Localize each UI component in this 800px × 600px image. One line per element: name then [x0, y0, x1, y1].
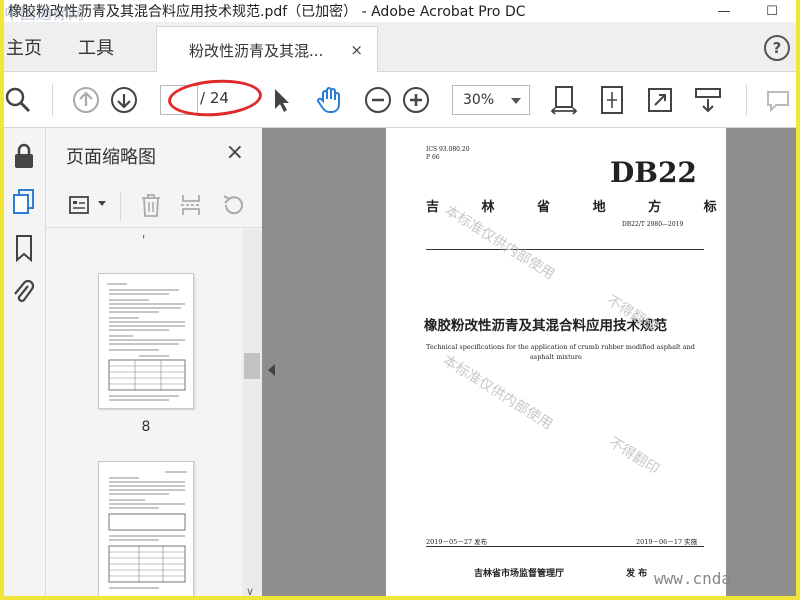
pdf-page: ICS 93.080.20 P 66 DB22 吉 林 省 地 方 标 准 DB… — [386, 128, 726, 600]
watermark-3: 本标准仅供内部使用 — [439, 352, 556, 433]
thumbnail-page-9[interactable] — [98, 461, 194, 597]
chevron-down-icon — [511, 98, 521, 104]
ccs-code: P 66 — [426, 154, 440, 161]
zoom-out-icon[interactable] — [362, 84, 394, 116]
title-bar: 橡胶粉改性沥青及其混合料应用技术规范.pdf（已加密） - Adobe Acro… — [0, 0, 800, 23]
thumbnail-list: ' 8 — [46, 229, 242, 600]
search-icon[interactable] — [2, 84, 34, 116]
close-panel-icon[interactable]: × — [226, 140, 244, 165]
tab-bar: 主页 工具 粉改性沥青及其混... × ? — [0, 22, 800, 73]
select-cursor-icon[interactable] — [264, 84, 296, 116]
issue-date: 2019－05－27 发布 — [426, 538, 488, 546]
thumbnail-options-icon[interactable] — [66, 190, 96, 220]
site-watermark-bottom: www.cnda — [654, 569, 732, 588]
scroll-mode-icon[interactable] — [692, 84, 724, 116]
scrollbar-thumb[interactable] — [244, 353, 260, 379]
thumbnail-top-mark: ' — [142, 233, 146, 247]
tab-tools[interactable]: 工具 — [78, 22, 114, 72]
tab-document[interactable]: 粉改性沥青及其混... × — [156, 26, 378, 73]
fit-width-icon[interactable] — [548, 84, 580, 116]
document-viewport[interactable]: ICS 93.080.20 P 66 DB22 吉 林 省 地 方 标 准 DB… — [262, 128, 796, 600]
panel-title: 页面缩略图 — [66, 147, 156, 168]
implement-date: 2019－06－17 实施 — [636, 538, 698, 546]
site-watermark-top: 中国通标网 — [4, 4, 85, 23]
thumbnail-page-8[interactable] — [98, 273, 194, 409]
insert-page-icon[interactable] — [176, 190, 206, 220]
scroll-down-icon[interactable]: ∨ — [246, 585, 254, 598]
full-screen-icon[interactable] — [644, 84, 676, 116]
issuer-suffix: 发 布 — [626, 569, 648, 579]
previous-page-icon[interactable] — [70, 84, 102, 116]
tab-home[interactable]: 主页 — [6, 22, 42, 72]
thumbnail-tools — [46, 184, 262, 228]
footer-rule — [426, 546, 704, 547]
standard-code: DB22 — [610, 156, 697, 189]
ics-code: ICS 93.080.20 — [426, 146, 470, 153]
issuer: 吉林省市场监督管理厅 — [474, 569, 565, 579]
lock-icon[interactable] — [8, 140, 40, 172]
chevron-down-icon[interactable] — [98, 201, 106, 206]
header-rule — [426, 249, 704, 250]
title-en-line1: Technical specifications for the applica… — [426, 343, 695, 351]
collapse-panel-icon[interactable] — [268, 364, 275, 376]
doc-number: DB22/T 2980—2019 — [622, 221, 684, 228]
zoom-level-value: 30% — [463, 92, 495, 108]
help-icon[interactable]: ? — [764, 35, 790, 61]
comment-icon[interactable] — [762, 84, 794, 116]
navigation-rail — [4, 128, 46, 600]
rotate-page-icon[interactable] — [218, 190, 248, 220]
page-thumbnails-icon[interactable] — [8, 186, 40, 218]
thumbnail-scrollbar[interactable]: ∨ — [242, 229, 262, 600]
minimize-button[interactable]: — — [710, 0, 738, 22]
red-annotation-ellipse — [166, 76, 264, 120]
zoom-in-icon[interactable] — [400, 84, 432, 116]
hand-tool-icon[interactable] — [314, 84, 346, 116]
thumbnail-page-number: 8 — [141, 419, 151, 435]
tab-document-label: 粉改性沥青及其混... — [189, 41, 324, 60]
delete-page-icon[interactable] — [136, 190, 166, 220]
maximize-button[interactable]: ☐ — [758, 0, 786, 22]
fit-page-icon[interactable] — [596, 84, 628, 116]
title-en-line2: asphalt mixture — [530, 353, 582, 361]
thumbnail-panel: 页面缩略图 × ' 8 ∨ — [46, 128, 262, 600]
close-tab-icon[interactable]: × — [350, 41, 363, 59]
zoom-level-select[interactable]: 30% — [452, 85, 530, 115]
bookmark-icon[interactable] — [8, 232, 40, 264]
next-page-icon[interactable] — [108, 84, 140, 116]
attachment-icon[interactable] — [8, 276, 40, 308]
toolbar: / 24 30% — [0, 72, 800, 128]
watermark-4: 不得翻印 — [605, 434, 662, 478]
